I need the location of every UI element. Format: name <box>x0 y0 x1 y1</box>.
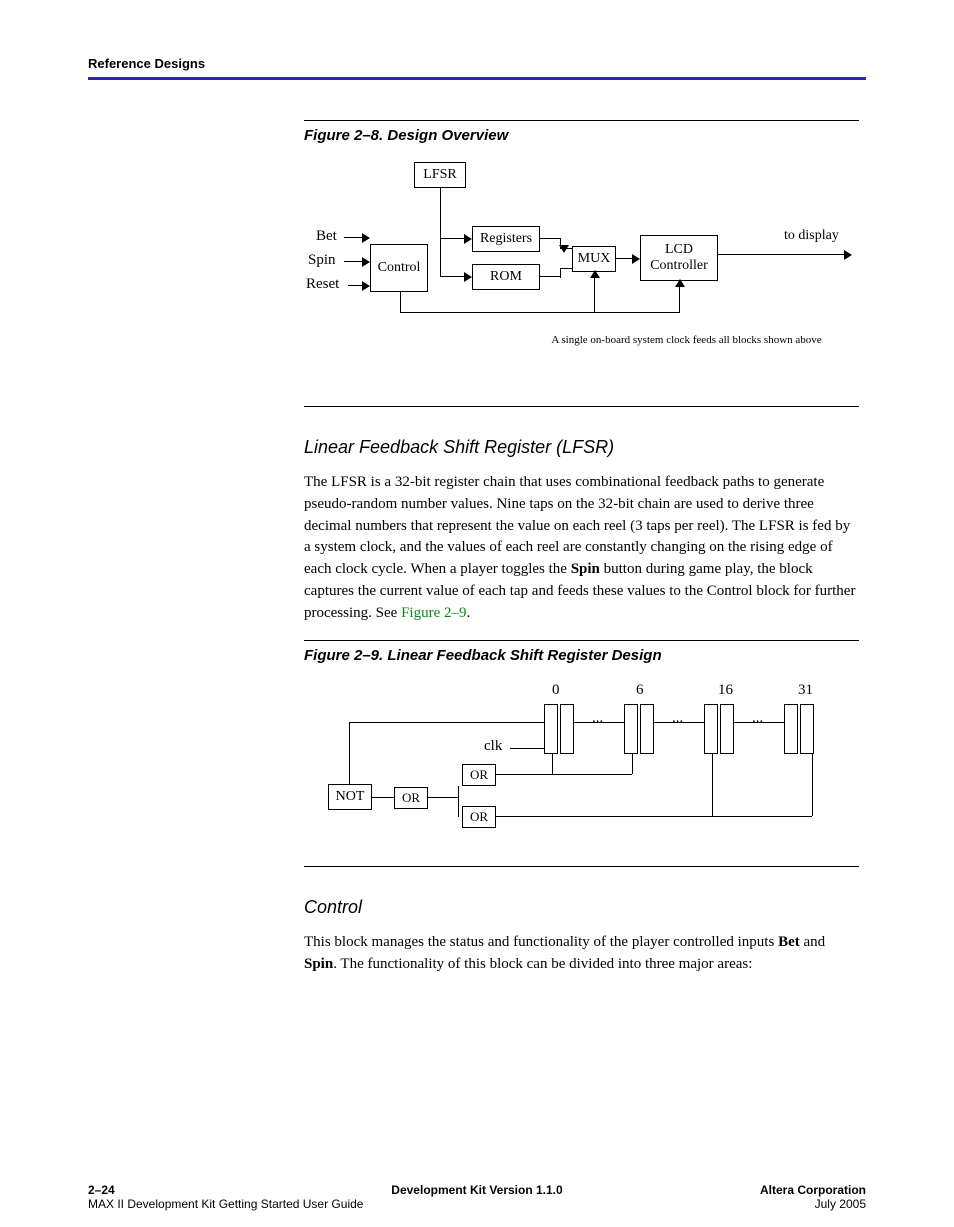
figure-2-9-link[interactable]: Figure 2–9 <box>401 605 466 621</box>
reg-box <box>560 704 574 754</box>
line <box>552 754 553 774</box>
line <box>349 722 544 723</box>
lcd-line2: Controller <box>650 258 708 274</box>
line <box>712 754 713 816</box>
figure2-rule-bot <box>304 866 859 867</box>
control-para-b: . The functionality of this block can be… <box>333 956 752 972</box>
line <box>654 722 704 723</box>
line <box>440 188 441 238</box>
section-lfsr-paragraph: The LFSR is a 32-bit register chain that… <box>304 472 859 624</box>
arrow-head <box>675 279 685 287</box>
line <box>496 816 812 817</box>
figure2-diagram: 0 6 16 31 ... ... ... clk OR NOT OR <box>304 682 859 852</box>
figure1-rule-top <box>304 120 859 121</box>
spin-label: Spin <box>308 252 336 269</box>
line <box>812 754 813 816</box>
bet-label: Bet <box>316 228 337 245</box>
arrow-head <box>362 233 370 243</box>
date: July 2005 <box>760 1197 866 1211</box>
lfsr-box: LFSR <box>414 162 466 188</box>
lcd-line1: LCD <box>665 242 693 258</box>
tap-16: 16 <box>718 682 733 699</box>
dots: ... <box>592 710 603 727</box>
running-header: Reference Designs <box>88 56 866 77</box>
or-top-box: OR <box>462 764 496 786</box>
figure1-diagram: LFSR Bet Spin Reset Control Registers RO… <box>304 162 859 392</box>
line <box>734 722 784 723</box>
arrow-head <box>362 257 370 267</box>
reg-box <box>704 704 718 754</box>
lfsr-para-c: . <box>466 605 470 621</box>
control-box: Control <box>370 244 428 292</box>
tap-31: 31 <box>798 682 813 699</box>
figure1-caption: Figure 2–8. Design Overview <box>304 127 859 144</box>
line <box>372 797 394 798</box>
company-name: Altera Corporation <box>760 1183 866 1197</box>
line <box>632 754 633 774</box>
registers-box: Registers <box>472 226 540 252</box>
arrow-head <box>464 234 472 244</box>
line <box>510 748 544 749</box>
control-para-a: This block manages the status and functi… <box>304 934 778 950</box>
mux-box: MUX <box>572 246 616 272</box>
arrow-head <box>590 270 600 278</box>
section-control-paragraph: This block manages the status and functi… <box>304 932 859 976</box>
line <box>349 722 350 784</box>
line <box>594 272 595 312</box>
line <box>496 774 632 775</box>
line <box>540 238 560 239</box>
line <box>540 276 560 277</box>
section-control-heading: Control <box>304 897 859 918</box>
and-word: and <box>800 934 825 950</box>
line <box>574 722 624 723</box>
arrow-head <box>844 250 852 260</box>
arrow-head <box>632 254 640 264</box>
spin-bold: Spin <box>571 561 600 577</box>
line <box>458 797 459 817</box>
tap-0: 0 <box>552 682 560 699</box>
spin-bold-2: Spin <box>304 956 333 972</box>
line <box>428 797 458 798</box>
line <box>718 254 848 255</box>
arrow-head <box>464 272 472 282</box>
reg-box <box>720 704 734 754</box>
figure1-rule-bot <box>304 406 859 407</box>
bet-bold: Bet <box>778 934 800 950</box>
to-display-label: to display <box>784 228 839 244</box>
dots: ... <box>672 710 683 727</box>
figure1-note: A single on-board system clock feeds all… <box>514 334 859 346</box>
clk-label: clk <box>484 738 502 755</box>
doc-title: MAX II Development Kit Getting Started U… <box>88 1197 363 1211</box>
footer-center: Development Kit Version 1.1.0 <box>88 1183 866 1197</box>
dots: ... <box>752 710 763 727</box>
tap-6: 6 <box>636 682 644 699</box>
reset-label: Reset <box>306 276 339 293</box>
or-bot-box: OR <box>462 806 496 828</box>
reg-box <box>784 704 798 754</box>
content-column: Figure 2–8. Design Overview LFSR Bet Spi… <box>304 120 859 976</box>
line <box>400 312 680 313</box>
lcd-controller-box: LCD Controller <box>640 235 718 281</box>
rom-box: ROM <box>472 264 540 290</box>
reg-box <box>624 704 638 754</box>
reg-box <box>544 704 558 754</box>
line <box>560 268 561 278</box>
figure2-rule-top <box>304 640 859 641</box>
not-box: NOT <box>328 784 372 810</box>
reg-box <box>640 704 654 754</box>
figure2-caption: Figure 2–9. Linear Feedback Shift Regist… <box>304 647 859 664</box>
or-mid-box: OR <box>394 787 428 809</box>
header-rule <box>88 77 866 80</box>
arrow-head <box>362 281 370 291</box>
line <box>458 786 459 797</box>
section-lfsr-heading: Linear Feedback Shift Register (LFSR) <box>304 437 859 458</box>
footer-right: Altera Corporation July 2005 <box>760 1183 866 1211</box>
reg-box <box>800 704 814 754</box>
line <box>440 238 441 276</box>
line <box>400 292 401 312</box>
